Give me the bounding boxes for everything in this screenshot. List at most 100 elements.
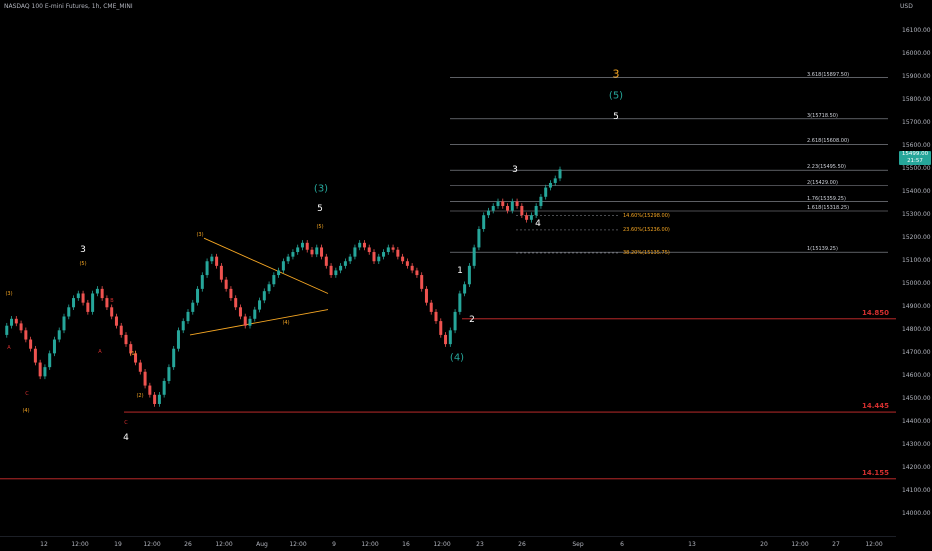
elliott-wave-label: (5) xyxy=(316,224,324,230)
price-candle-body xyxy=(444,334,448,345)
y-tick-label: 15300.00 xyxy=(902,211,931,219)
fib-extension-label: 1(15139.25) xyxy=(807,246,838,253)
price-candle-body xyxy=(405,261,409,266)
price-candle-body xyxy=(253,309,257,319)
fib-extension-label: 3(15718.50) xyxy=(807,112,838,119)
y-tick-label: 16000.00 xyxy=(902,50,931,58)
x-tick-label: 13 xyxy=(688,541,696,548)
price-candle-body xyxy=(553,178,557,183)
fib-extension-label: 1.618(15318.25) xyxy=(807,204,850,211)
elliott-wave-label: (5) xyxy=(608,90,624,102)
price-candle-body xyxy=(529,215,533,220)
price-candle-body xyxy=(86,302,90,312)
elliott-wave-label: (2) xyxy=(136,393,144,399)
y-tick-label: 15900.00 xyxy=(902,73,931,81)
price-candle-body xyxy=(24,330,28,340)
price-candle-body xyxy=(143,371,147,386)
price-candle-body xyxy=(496,201,500,206)
price-candle-body xyxy=(453,311,457,331)
price-candle-body xyxy=(382,252,386,257)
price-candle-body xyxy=(181,321,185,331)
y-tick-label: 14600.00 xyxy=(902,372,931,380)
x-tick-label: 12:00 xyxy=(215,541,233,548)
price-candle-body xyxy=(534,205,538,216)
price-candle-body xyxy=(310,249,314,255)
price-candle-body xyxy=(482,215,486,230)
x-tick-label: 26 xyxy=(184,541,192,548)
price-candle-body xyxy=(501,201,505,206)
price-candle-body xyxy=(367,247,371,253)
price-candle-body xyxy=(176,330,180,349)
x-tick-label: 12:00 xyxy=(361,541,379,548)
price-candle-body xyxy=(362,242,366,248)
elliott-wave-label: 3 xyxy=(80,245,86,255)
price-candle-body xyxy=(95,288,99,294)
y-tick-label: 14500.00 xyxy=(902,395,931,403)
fib-extension-label: 2.618(15608.00) xyxy=(807,138,850,145)
elliott-wave-label: B xyxy=(110,298,114,304)
elliott-wave-label: (3) xyxy=(313,183,329,195)
support-level-label: 14.850 xyxy=(861,308,889,317)
price-candle-body xyxy=(506,205,510,211)
x-tick-label: Aug xyxy=(256,541,268,548)
price-candle-body xyxy=(38,362,42,377)
price-candle-body xyxy=(138,362,142,372)
fib-retracement-label: 38.20%(15135.75) xyxy=(623,250,670,256)
price-axis[interactable]: USD 16100.00 16000.00 15900.00 15800.00 1570… xyxy=(896,0,932,536)
elliott-wave-label: (4) xyxy=(449,352,465,364)
price-candle-body xyxy=(57,330,61,340)
elliott-wave-label: 5 xyxy=(613,112,619,122)
x-tick-label: 23 xyxy=(476,541,484,548)
price-candle-body xyxy=(267,284,271,292)
price-candle-body xyxy=(105,298,109,308)
fib-extension-label: 2(15429.00) xyxy=(807,179,838,186)
y-tick-label: 15700.00 xyxy=(902,119,931,127)
price-candle-body xyxy=(162,380,166,395)
price-candle-body xyxy=(238,307,242,317)
y-tick-label: 14400.00 xyxy=(902,418,931,426)
price-candle-body xyxy=(114,316,118,326)
price-candle-body xyxy=(339,265,343,271)
price-candle-body xyxy=(10,318,14,326)
price-candle-body xyxy=(396,249,400,257)
x-tick-label: 12:00 xyxy=(143,541,161,548)
price-candle-body xyxy=(215,256,219,266)
price-candle-body xyxy=(463,284,467,294)
price-candle-body xyxy=(324,256,328,266)
price-chart[interactable] xyxy=(0,0,896,536)
y-tick-label: 14300.00 xyxy=(902,441,931,449)
last-price-value: 15499.00 xyxy=(901,151,929,157)
price-candle-body xyxy=(424,288,428,303)
elliott-wave-label: (1) xyxy=(129,351,137,357)
price-candle-body xyxy=(277,270,281,276)
x-tick-label: 12:00 xyxy=(433,541,451,548)
price-candle-body xyxy=(76,293,80,299)
price-candle-body xyxy=(33,348,37,363)
y-tick-label: 14700.00 xyxy=(902,349,931,357)
price-candle-body xyxy=(372,252,376,262)
price-candle-body xyxy=(415,270,419,276)
price-candle-body xyxy=(448,330,452,345)
price-candle-body xyxy=(434,311,438,322)
y-tick-label: 15400.00 xyxy=(902,188,931,196)
price-candle-body xyxy=(229,288,233,299)
x-tick-label: 12 xyxy=(40,541,48,548)
x-tick-label: Sep xyxy=(572,541,584,548)
x-tick-label: 12:00 xyxy=(289,541,307,548)
fib-retracement-label: 14.60%(15298.00) xyxy=(623,212,670,219)
price-candle-body xyxy=(262,291,266,301)
elliott-wave-label: 3 xyxy=(612,67,620,81)
price-candle-body xyxy=(329,265,333,276)
price-candle-body xyxy=(110,307,114,317)
elliott-wave-label: (3) xyxy=(5,291,13,297)
price-candle-body xyxy=(124,334,128,345)
price-candle-body xyxy=(315,247,319,255)
x-tick-label: 20 xyxy=(760,541,768,548)
price-candle-body xyxy=(358,242,362,248)
time-axis[interactable]: 12 12:00 19 12:00 26 12:00 Aug 12:00 9 12:00 16 12:… xyxy=(0,536,896,551)
elliott-wave-label: C xyxy=(25,391,29,397)
price-candle-body xyxy=(91,293,95,312)
support-level-label: 14.155 xyxy=(861,468,889,477)
fib-extension-label: 2.23(15495.50) xyxy=(807,164,846,171)
fib-extension-label: 1.76(15359.25) xyxy=(807,195,846,202)
